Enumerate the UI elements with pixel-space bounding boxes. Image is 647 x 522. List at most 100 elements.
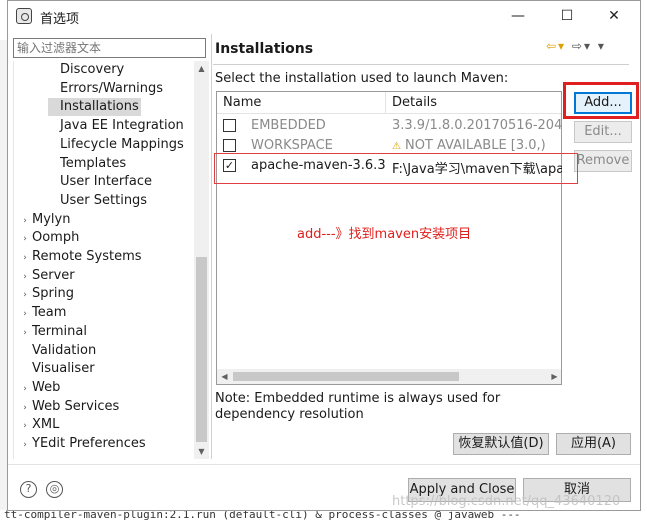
tree-scroll-thumb[interactable] <box>196 257 207 442</box>
annotation-text: add---》找到maven安装项目 <box>297 227 472 242</box>
restore-defaults-button[interactable]: 恢复默认值(D) <box>453 433 549 455</box>
edit-button[interactable]: Edit... <box>574 121 632 143</box>
tree-item[interactable]: › YEdit Preferences <box>20 435 148 453</box>
tree-item-label: Java EE Integration <box>60 118 184 134</box>
tree-item[interactable]: Visualiser <box>20 360 97 378</box>
title-bar: 首选项 — ☐ ✕ <box>8 1 640 32</box>
table-horizontal-scrollbar[interactable]: ◀ ▶ <box>217 369 561 384</box>
scroll-down-icon[interactable]: ▼ <box>194 444 209 459</box>
tree-item-label: Mylyn <box>32 211 71 227</box>
tree-item-label: Web <box>32 379 61 395</box>
column-header-name[interactable]: Name <box>223 95 261 110</box>
apply-button[interactable]: 应用(A) <box>556 433 631 455</box>
chevron-right-icon[interactable]: › <box>20 230 30 248</box>
tree-item[interactable]: › Web <box>20 379 62 397</box>
tree-item-label: User Interface <box>60 174 152 190</box>
chevron-right-icon[interactable]: › <box>20 212 30 230</box>
tree-item-label: Team <box>32 305 67 321</box>
row-checkbox[interactable] <box>223 139 236 152</box>
tree-item-label: Spring <box>32 286 74 302</box>
installation-details-text: NOT AVAILABLE [3.0,) <box>404 138 546 153</box>
tree-item[interactable]: User Interface <box>48 173 154 191</box>
tree-item-label: Oomph <box>32 230 80 246</box>
chevron-right-icon[interactable]: › <box>20 417 30 435</box>
highlight-add-button <box>563 82 639 119</box>
tree-item[interactable]: › Server <box>20 267 77 285</box>
tree-item[interactable]: › Mylyn <box>20 211 72 229</box>
tree-item-label: Server <box>32 267 75 283</box>
chevron-right-icon[interactable]: › <box>20 399 30 417</box>
tree-item[interactable]: › Spring <box>20 285 76 303</box>
footer-separator <box>8 464 640 465</box>
tree-item[interactable]: Errors/Warnings <box>48 80 165 98</box>
tree-item-label: Web Services <box>32 398 120 414</box>
pane-splitter[interactable] <box>211 34 212 459</box>
scroll-left-icon[interactable]: ◀ <box>217 369 232 384</box>
scroll-right-icon[interactable]: ▶ <box>547 369 562 384</box>
chevron-right-icon[interactable]: › <box>20 268 30 286</box>
tree-item[interactable]: Templates <box>48 155 128 173</box>
tree-item[interactable]: › XML <box>20 416 61 434</box>
watermark: https://blog.csdn.net/qq_43640120 <box>392 494 621 509</box>
tree-item-label: Lifecycle Mappings <box>60 136 184 152</box>
preferences-dialog: 首选项 — ☐ ✕ Discovery Errors/Warnings Instal… <box>7 0 641 511</box>
tree-item[interactable]: › Oomph <box>20 229 81 247</box>
tree-item[interactable]: User Settings <box>48 192 149 210</box>
forward-icon[interactable]: ⇨▾ <box>572 39 592 53</box>
tree-item[interactable]: › Terminal <box>20 323 89 341</box>
tree-item[interactable]: › Remote Systems <box>20 248 144 266</box>
table-header: Name Details <box>217 92 561 114</box>
scroll-up-icon[interactable]: ▲ <box>194 61 209 76</box>
instruction-label: Select the installation used to launch M… <box>215 71 509 86</box>
page-navigation: ⇦▾ ⇨▾ ▾ <box>546 39 606 53</box>
column-divider[interactable] <box>385 92 386 114</box>
remove-button[interactable]: Remove <box>574 150 632 172</box>
maximize-button[interactable]: ☐ <box>555 5 579 27</box>
back-icon[interactable]: ⇦▾ <box>546 39 566 53</box>
close-button[interactable]: ✕ <box>602 5 626 27</box>
tree-item-label: Templates <box>60 155 127 171</box>
table-scroll-thumb[interactable] <box>233 372 459 381</box>
tree-item[interactable]: Validation <box>20 342 98 360</box>
tree-item-label: XML <box>32 417 60 433</box>
row-checkbox[interactable] <box>223 119 236 132</box>
installation-details-text: 3.3.9/1.8.0.20170516-2042 <box>392 118 562 133</box>
import-export-icon[interactable]: ◎ <box>46 481 63 498</box>
filter-input[interactable] <box>13 38 206 58</box>
chevron-right-icon[interactable]: › <box>20 380 30 398</box>
highlight-maven-row <box>214 153 578 184</box>
tree-item-label: Remote Systems <box>32 249 142 264</box>
tree-item[interactable]: › Team <box>20 304 68 322</box>
minimize-button[interactable]: — <box>506 5 530 27</box>
tree-item[interactable]: Java EE Integration <box>48 117 186 135</box>
chevron-right-icon[interactable]: › <box>20 324 30 342</box>
chevron-right-icon[interactable]: › <box>20 305 30 323</box>
tree-item[interactable]: Lifecycle Mappings <box>48 136 186 154</box>
installation-details: ⚠ NOT AVAILABLE [3.0,) <box>392 138 562 153</box>
view-menu-icon[interactable]: ▾ <box>598 39 606 53</box>
window-title: 首选项 <box>40 12 80 27</box>
chevron-right-icon[interactable]: › <box>20 286 30 304</box>
preference-tree: Discovery Errors/Warnings Installations Jav… <box>13 61 209 459</box>
tree-item[interactable]: Installations <box>48 98 141 117</box>
installations-table: Name Details EMBEDDED 3.3.9/1.8.0.2017051… <box>216 91 562 385</box>
tree-item-label: Installations <box>60 99 139 115</box>
tree-item-label: Errors/Warnings <box>60 80 164 96</box>
installation-details: 3.3.9/1.8.0.20170516-2042 <box>392 118 562 133</box>
installation-name: EMBEDDED <box>251 118 326 133</box>
chevron-right-icon[interactable]: › <box>20 436 30 454</box>
installation-name: WORKSPACE <box>251 138 333 153</box>
tree-item-label: YEdit Preferences <box>32 436 146 451</box>
table-row[interactable]: EMBEDDED 3.3.9/1.8.0.20170516-2042 <box>217 116 562 136</box>
app-icon <box>16 8 32 24</box>
tree-scrollbar[interactable]: ▲ ▼ <box>194 61 209 459</box>
tree-item-label: User Settings <box>60 192 148 208</box>
tree-item[interactable]: Discovery <box>48 61 126 79</box>
help-icon[interactable]: ? <box>20 481 37 498</box>
warning-icon: ⚠ <box>392 141 401 152</box>
tree-item[interactable]: › Web Services <box>20 398 121 416</box>
column-header-details[interactable]: Details <box>392 95 437 110</box>
chevron-right-icon[interactable]: › <box>20 249 30 267</box>
page-title: Installations <box>215 41 314 57</box>
title-separator <box>213 64 629 65</box>
